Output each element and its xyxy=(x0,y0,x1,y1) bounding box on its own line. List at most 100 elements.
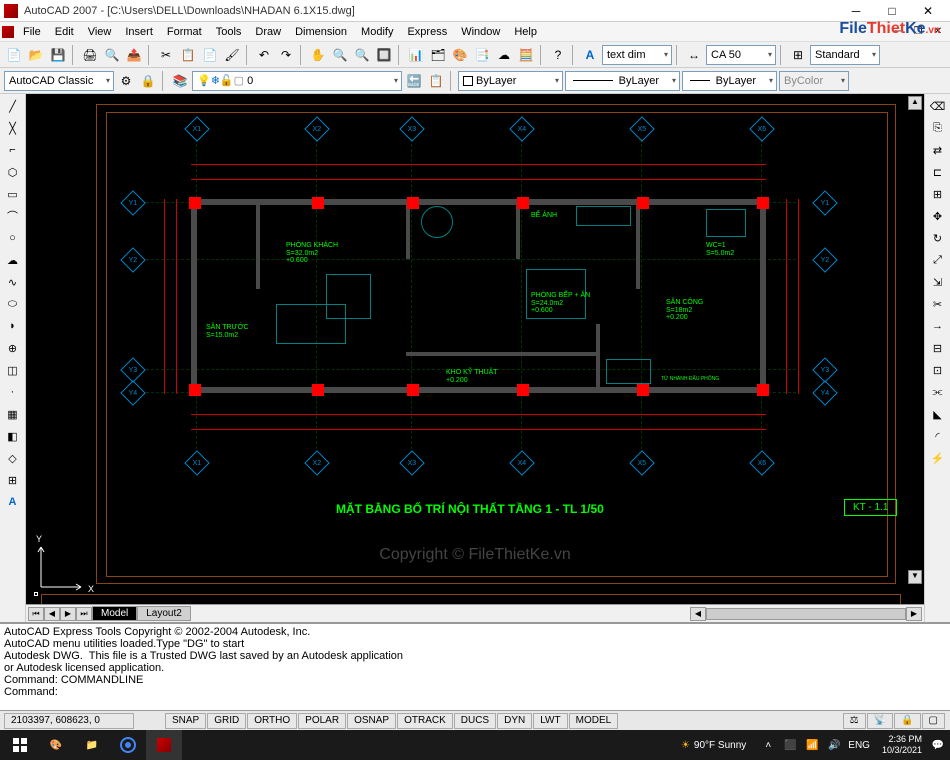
maximize-button[interactable]: □ xyxy=(874,1,910,21)
stretch-icon[interactable]: ⇲ xyxy=(928,272,948,292)
break-icon[interactable]: ⊡ xyxy=(928,360,948,380)
hscroll-track[interactable] xyxy=(706,608,906,620)
tray-overflow-icon[interactable]: ˄ xyxy=(760,737,776,753)
zoom-realtime-icon[interactable]: 🔍 xyxy=(330,45,350,65)
polygon-icon[interactable]: ⬡ xyxy=(3,162,23,182)
polyline-icon[interactable]: ⌐ xyxy=(3,140,23,160)
help-icon[interactable]: ? xyxy=(548,45,568,65)
language-indicator[interactable]: ENG xyxy=(848,740,870,751)
weather-widget[interactable]: ☀90°F Sunny xyxy=(673,740,754,751)
dyn-toggle[interactable]: DYN xyxy=(497,713,532,729)
dimstyle-icon[interactable]: ↔ xyxy=(684,45,704,65)
wifi-icon[interactable]: 📶 xyxy=(804,737,820,753)
tab-next-icon[interactable]: ▶ xyxy=(60,607,76,621)
minimize-button[interactable]: ─ xyxy=(838,1,874,21)
undo-icon[interactable]: ↶ xyxy=(254,45,274,65)
mtext-icon[interactable]: A xyxy=(3,492,23,512)
publish-icon[interactable]: 📤 xyxy=(124,45,144,65)
ortho-toggle[interactable]: ORTHO xyxy=(247,713,297,729)
drawing-canvas[interactable]: X1 X2 X3 X4 X5 X6 X1 X2 X3 X4 X5 X6 Y1 Y… xyxy=(26,94,924,604)
layer-states-icon[interactable]: 📋 xyxy=(426,71,446,91)
join-icon[interactable]: ⫘ xyxy=(928,382,948,402)
ellipse-arc-icon[interactable]: ◗ xyxy=(3,316,23,336)
menu-window[interactable]: Window xyxy=(454,24,507,40)
sheet-set-icon[interactable]: 📑 xyxy=(472,45,492,65)
scale-icon[interactable]: ⤢ xyxy=(928,250,948,270)
color-dropdown[interactable]: ByLayer xyxy=(458,71,563,91)
extend-icon[interactable]: → xyxy=(928,316,948,336)
clean-screen-icon[interactable]: ▢ xyxy=(922,713,945,729)
workspace-dropdown[interactable]: AutoCAD Classic xyxy=(4,71,114,91)
region-icon[interactable]: ◇ xyxy=(3,448,23,468)
match-prop-icon[interactable]: 🖌 xyxy=(222,45,242,65)
array-icon[interactable]: ⊞ xyxy=(928,184,948,204)
arc-icon[interactable]: ⌒ xyxy=(3,206,23,226)
autocad-taskbar-icon[interactable] xyxy=(146,730,182,760)
revcloud-icon[interactable]: ☁ xyxy=(3,250,23,270)
snap-toggle[interactable]: SNAP xyxy=(165,713,206,729)
lwt-toggle[interactable]: LWT xyxy=(533,713,567,729)
tray-app-icon[interactable]: ⬛ xyxy=(782,737,798,753)
textstyle-icon[interactable]: A xyxy=(580,45,600,65)
scroll-down[interactable]: ▼ xyxy=(908,570,922,584)
cut-icon[interactable]: ✂ xyxy=(156,45,176,65)
lock-ui-icon[interactable]: 🔒 xyxy=(894,713,920,729)
menu-tools[interactable]: Tools xyxy=(209,24,249,40)
chrome-icon[interactable] xyxy=(110,730,146,760)
pan-icon[interactable]: ✋ xyxy=(308,45,328,65)
menu-modify[interactable]: Modify xyxy=(354,24,400,40)
cortana-icon[interactable]: 🎨 xyxy=(38,730,74,760)
layer-dropdown[interactable]: 💡❄🔓▢ 0 xyxy=(192,71,402,91)
tab-model[interactable]: Model xyxy=(92,606,137,621)
tablestyle-icon[interactable]: ⊞ xyxy=(788,45,808,65)
copy-object-icon[interactable]: ⎘ xyxy=(928,118,948,138)
tab-layout2[interactable]: Layout2 xyxy=(137,606,191,621)
start-button[interactable] xyxy=(2,730,38,760)
new-icon[interactable]: 📄 xyxy=(4,45,24,65)
properties-icon[interactable]: 📊 xyxy=(406,45,426,65)
plot-icon[interactable]: 🖨 xyxy=(80,45,100,65)
comm-center-icon[interactable]: 📡 xyxy=(867,713,893,729)
scroll-up[interactable]: ▲ xyxy=(908,96,922,110)
workspace-settings-icon[interactable]: ⚙ xyxy=(116,71,136,91)
menu-draw[interactable]: Draw xyxy=(248,24,288,40)
mirror-icon[interactable]: ⇄ xyxy=(928,140,948,160)
erase-icon[interactable]: ⌫ xyxy=(928,96,948,116)
zoom-window-icon[interactable]: 🔲 xyxy=(374,45,394,65)
cmd-prompt[interactable]: Command: xyxy=(4,686,946,698)
command-window[interactable]: AutoCAD Express Tools Copyright © 2002-2… xyxy=(0,622,950,710)
layer-previous-icon[interactable]: 🔙 xyxy=(404,71,424,91)
redo-icon[interactable]: ↷ xyxy=(276,45,296,65)
otrack-toggle[interactable]: OTRACK xyxy=(397,713,453,729)
osnap-toggle[interactable]: OSNAP xyxy=(347,713,396,729)
close-button[interactable]: ✕ xyxy=(910,1,946,21)
notifications-icon[interactable]: 💬 xyxy=(928,730,948,760)
hscroll-right-icon[interactable]: ▶ xyxy=(906,607,922,621)
chamfer-icon[interactable]: ◣ xyxy=(928,404,948,424)
ducs-toggle[interactable]: DUCS xyxy=(454,713,496,729)
coords-display[interactable]: 2103397, 608623, 0 xyxy=(4,713,134,729)
grid-toggle[interactable]: GRID xyxy=(207,713,246,729)
menu-insert[interactable]: Insert xyxy=(118,24,160,40)
quickcalc-icon[interactable]: 🧮 xyxy=(516,45,536,65)
markup-icon[interactable]: ☁ xyxy=(494,45,514,65)
explode-icon[interactable]: ⚡ xyxy=(928,448,948,468)
circle-icon[interactable]: ○ xyxy=(3,228,23,248)
open-icon[interactable]: 📂 xyxy=(26,45,46,65)
ellipse-icon[interactable]: ⬭ xyxy=(3,294,23,314)
insert-block-icon[interactable]: ⊕ xyxy=(3,338,23,358)
line-icon[interactable]: ╱ xyxy=(3,96,23,116)
layer-props-icon[interactable]: 📚 xyxy=(170,71,190,91)
designcenter-icon[interactable]: 🗂 xyxy=(428,45,448,65)
volume-icon[interactable]: 🔊 xyxy=(826,737,842,753)
rectangle-icon[interactable]: ▭ xyxy=(3,184,23,204)
tablestyle-dropdown[interactable]: Standard xyxy=(810,45,880,65)
move-icon[interactable]: ✥ xyxy=(928,206,948,226)
menu-dimension[interactable]: Dimension xyxy=(288,24,354,40)
spline-icon[interactable]: ∿ xyxy=(3,272,23,292)
menu-help[interactable]: Help xyxy=(507,24,544,40)
tab-first-icon[interactable]: ⏮ xyxy=(28,607,44,621)
hatch-icon[interactable]: ▦ xyxy=(3,404,23,424)
offset-icon[interactable]: ⊏ xyxy=(928,162,948,182)
toolpalettes-icon[interactable]: 🎨 xyxy=(450,45,470,65)
